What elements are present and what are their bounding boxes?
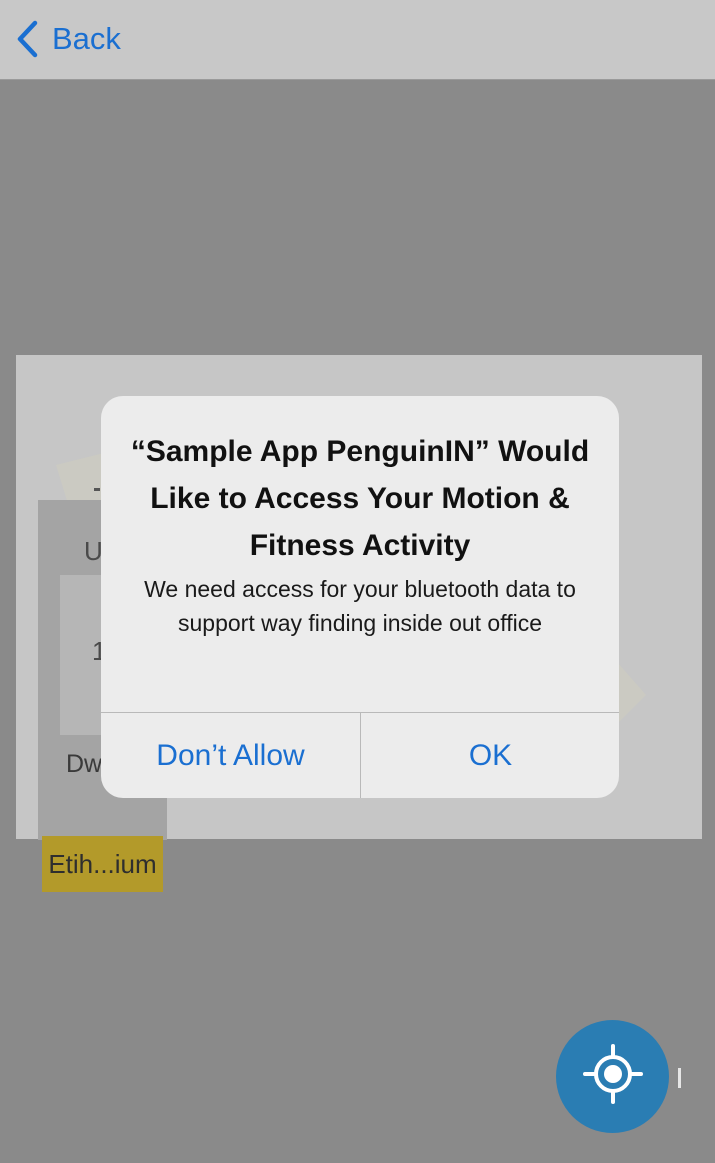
ok-button[interactable]: OK [361, 713, 619, 798]
scrollbar-indicator [678, 1068, 681, 1088]
permission-alert: “Sample App PenguinIN” Would Like to Acc… [101, 396, 619, 798]
back-button[interactable]: Back [14, 16, 121, 62]
map-marker [94, 488, 100, 491]
room-partial-letter: U [84, 536, 103, 566]
back-label: Back [52, 21, 121, 56]
dont-allow-button[interactable]: Don’t Allow [101, 713, 360, 798]
locate-me-button[interactable] [556, 1020, 669, 1133]
nav-bar: Back [0, 0, 715, 80]
chevron-left-icon [14, 19, 40, 59]
alert-title: “Sample App PenguinIN” Would Like to Acc… [130, 435, 590, 562]
alert-message: We need access for your bluetooth data t… [144, 576, 576, 636]
room-partial-label: Dw [66, 750, 103, 778]
poi-label[interactable]: Etih...ium [42, 836, 163, 892]
crosshair-icon [581, 1042, 645, 1111]
